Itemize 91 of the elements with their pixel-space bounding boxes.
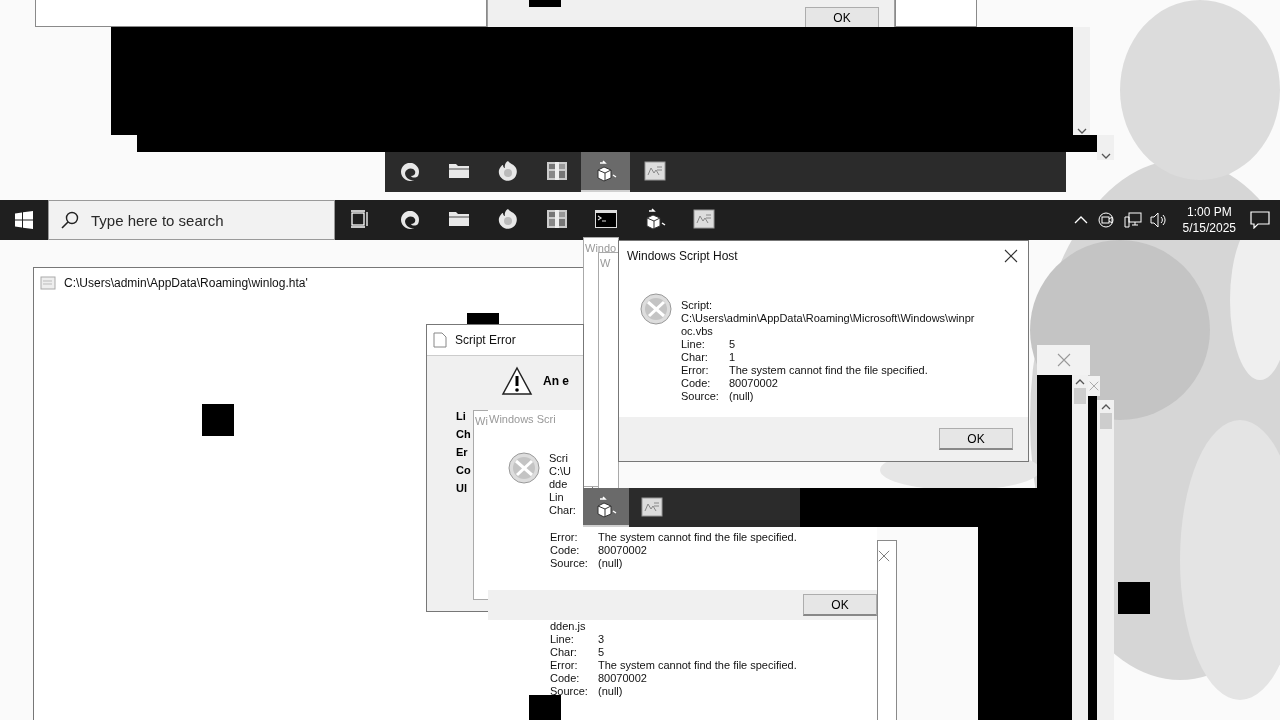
square-block: [467, 313, 499, 325]
field-label: Line:: [550, 633, 575, 646]
square-block: [529, 0, 561, 7]
script-detail: dde: [549, 478, 569, 491]
books-icon: [544, 159, 569, 183]
notification-icon[interactable]: [1250, 211, 1270, 229]
task-view-icon: [350, 210, 370, 228]
script-detail: Scri: [549, 452, 569, 465]
window-title: Windo: [584, 241, 618, 256]
field-value: The system cannot find the file specified.: [729, 364, 928, 377]
field-value: The system cannot find the file specified.: [598, 659, 797, 672]
field-label: Ul: [456, 482, 467, 494]
clock-time: 1:00 PM: [1186, 204, 1232, 220]
clock[interactable]: 1:00 PM 5/15/2025: [1174, 204, 1244, 236]
script-detail: dden.js: [550, 620, 587, 633]
dialog-title: Windows Script Host: [627, 249, 738, 263]
close-icon: [1089, 381, 1099, 391]
scrollbar-thumb[interactable]: [1099, 413, 1112, 429]
field-value: (null): [598, 685, 623, 698]
chevron-up-icon[interactable]: [1073, 216, 1088, 224]
picture-document-icon: [642, 159, 667, 183]
script-detail: Char:: [549, 504, 576, 517]
page-icon: [433, 332, 447, 348]
taskbar-app-button[interactable]: [583, 488, 629, 527]
field-value: 3: [598, 633, 605, 646]
picture-document-icon: [691, 207, 716, 231]
field-label: Li: [456, 410, 466, 422]
script-path: Script:: [681, 299, 714, 312]
field-label: Code:: [681, 377, 712, 390]
field-value: (null): [729, 390, 754, 403]
square-block: [202, 404, 234, 436]
field-value: (null): [598, 557, 623, 570]
ok-button[interactable]: OK: [939, 428, 1013, 450]
field-label: Line:: [681, 338, 706, 351]
field-label: Error:: [550, 659, 579, 672]
clock-date: 5/15/2025: [1182, 220, 1236, 236]
field-label: Source:: [550, 557, 589, 570]
books-icon: [544, 207, 569, 231]
field-label: Er: [456, 446, 468, 458]
close-icon: [1056, 353, 1071, 367]
scrollbar[interactable]: [1073, 27, 1090, 135]
search-field[interactable]: Type here to search: [89, 210, 323, 230]
terminal-icon: [593, 207, 618, 231]
square-block: [529, 695, 561, 720]
close-icon: [1004, 249, 1018, 263]
error-message: An e: [543, 374, 569, 388]
script-path: oc.vbs: [681, 325, 714, 338]
field-value: The system cannot find the file specified.: [598, 531, 797, 544]
script-detail: Lin: [549, 491, 565, 504]
field-label: Char:: [681, 351, 709, 364]
scrollbar-thumb[interactable]: [1074, 388, 1086, 404]
field-label: Char:: [550, 646, 578, 659]
scrollbar[interactable]: [1072, 375, 1088, 720]
field-value: 5: [598, 646, 605, 659]
dialog-title: Windows Scri: [488, 412, 557, 427]
field-value: 80070002: [598, 544, 647, 557]
field-value: 80070002: [729, 377, 778, 390]
window-title: W: [599, 256, 612, 271]
scrollbar[interactable]: [1097, 135, 1114, 160]
warning-icon: [501, 366, 533, 396]
camera-icon[interactable]: [1097, 211, 1116, 229]
field-value: 1: [729, 351, 736, 364]
volume-icon[interactable]: [1149, 211, 1168, 229]
field-label: Source:: [550, 685, 589, 698]
field-label: Code:: [550, 672, 581, 685]
ok-button[interactable]: OK: [805, 7, 879, 29]
window-title: C:\Users\admin\AppData\Roaming\winlog.hta': [64, 276, 308, 290]
windows-logo-icon: [15, 211, 33, 229]
window-title: Wi: [474, 414, 489, 429]
square-block: [1118, 582, 1150, 614]
field-label: Code:: [550, 544, 581, 557]
scrollbar[interactable]: [1097, 400, 1114, 720]
script-path: C:\Users\admin\AppData\Roaming\Microsoft\Windows\winpr: [681, 312, 975, 325]
field-label: Error:: [550, 531, 579, 544]
picture-document-icon: [640, 494, 664, 519]
cube-icon: [594, 494, 618, 519]
field-label: Error:: [681, 364, 710, 377]
script-detail: C:\U: [549, 465, 572, 478]
network-icon[interactable]: [1123, 211, 1142, 229]
search-icon: [61, 211, 79, 229]
field-value: 5: [729, 338, 736, 351]
close-icon: [878, 550, 890, 562]
field-value: 80070002: [598, 672, 647, 685]
field-label: Co: [456, 464, 471, 476]
dialog-title: Script Error: [455, 333, 516, 347]
app-window-icon: [40, 276, 56, 290]
taskbar-app-button[interactable]: [581, 152, 630, 192]
search-box[interactable]: Type here to search: [48, 200, 335, 240]
field-label: Ch: [456, 428, 471, 440]
field-label: Source:: [681, 390, 720, 403]
ok-button[interactable]: OK: [803, 594, 877, 616]
